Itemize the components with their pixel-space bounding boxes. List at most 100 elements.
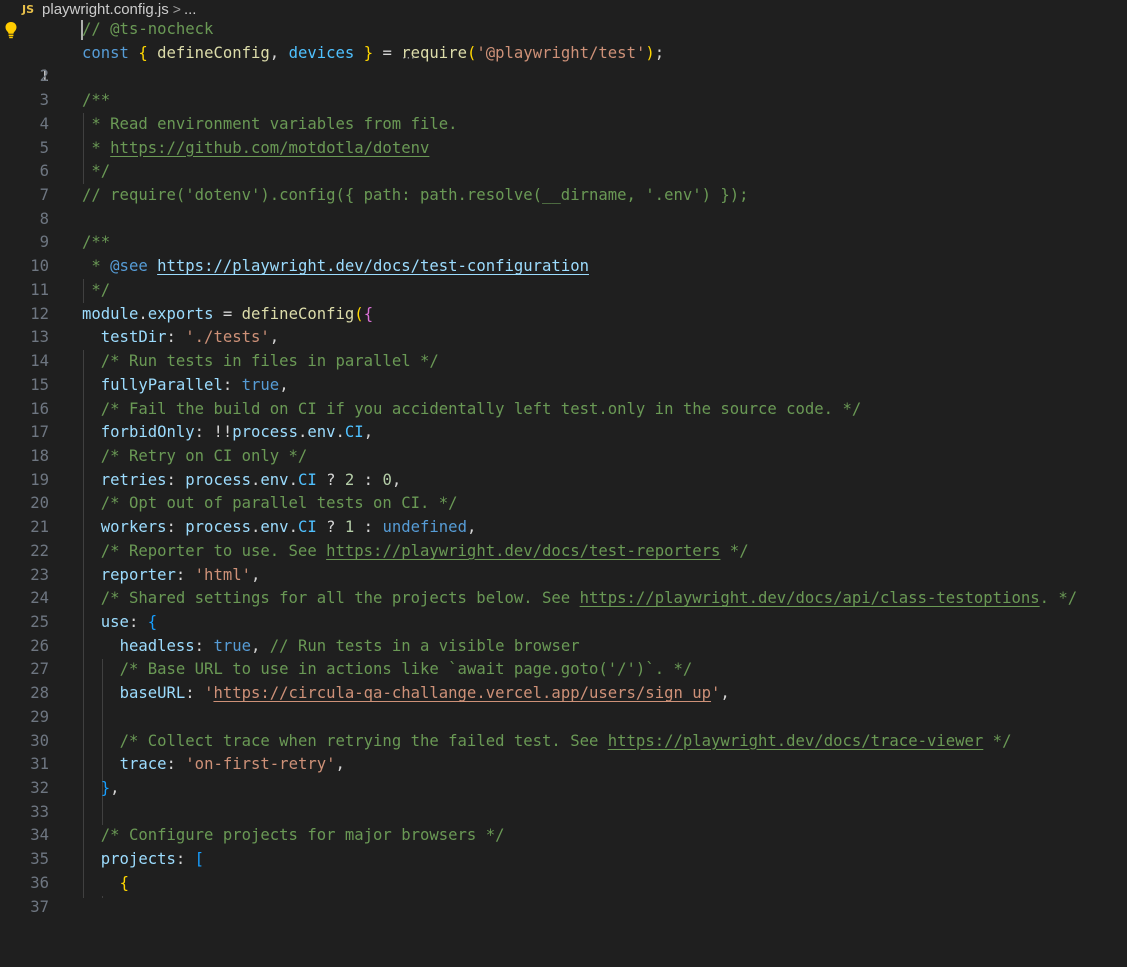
code-line[interactable]: 11 * @see https://playwright.dev/docs/te… (0, 255, 1127, 299)
code-line[interactable]: 7 */ (0, 160, 1127, 204)
code-line[interactable]: 24 reporter: 'html', (0, 564, 1127, 608)
comment: // require('dotenv').config({ path: path… (82, 186, 749, 205)
breadcrumb: JS playwright.config.js > ... (0, 0, 1127, 18)
identifier: module (82, 304, 139, 323)
code-line[interactable]: 27 headless: true, // Run tests in a vis… (0, 635, 1127, 679)
identifier: env (307, 423, 336, 442)
comment: /** (82, 91, 111, 110)
code-line[interactable]: 12 */ (0, 279, 1127, 323)
identifier: devices (288, 43, 355, 62)
code-line[interactable]: 19 /* Retry on CI only */ (0, 445, 1127, 489)
comment-link[interactable]: https://playwright.dev/docs/test-configu… (157, 257, 589, 275)
code-line[interactable]: 8 // require('dotenv').config({ path: pa… (0, 184, 1127, 228)
code-line[interactable]: 31 /* Collect trace when retrying the fa… (0, 730, 1127, 774)
code-line[interactable]: 18 forbidOnly: !!process.env.CI, (0, 421, 1127, 465)
comment: /* Run tests in files in parallel */ (100, 352, 439, 371)
breadcrumb-file-name[interactable]: playwright.config.js (42, 1, 169, 18)
comment-link[interactable]: https://playwright.dev/docs/test-reporte… (326, 542, 720, 560)
code-line[interactable]: 30 (0, 706, 1127, 750)
string: '@playwright/test' (476, 43, 646, 62)
punctuation: , (269, 328, 280, 347)
bracket: { (138, 43, 148, 62)
property-key: retries (100, 470, 167, 489)
punctuation: : (185, 684, 205, 703)
code-line[interactable]: 25 /* Shared settings for all the projec… (0, 587, 1127, 631)
operator: ? (316, 518, 345, 537)
code-line[interactable]: 37 { (0, 872, 1127, 916)
breadcrumb-more[interactable]: ... (184, 1, 197, 18)
string-link[interactable]: https://circula-qa-challange.vercel.app/… (213, 684, 711, 702)
code-line[interactable]: 2 const { defineConfig, devices } = requ… (0, 42, 1127, 86)
punctuation: , (363, 423, 374, 442)
code-line[interactable]: 29 baseURL: 'https://circula-qa-challang… (0, 682, 1127, 726)
property-key: projects (100, 850, 176, 869)
code-line[interactable]: 3 (0, 65, 1127, 109)
code-line[interactable]: 17 /* Fail the build on CI if you accide… (0, 398, 1127, 442)
code-line[interactable]: 5 * Read environment variables from file… (0, 113, 1127, 157)
comment: /* Collect trace when retrying the faile… (119, 731, 608, 750)
property-key: use (100, 612, 129, 631)
punctuation: . (288, 518, 298, 537)
code-line[interactable]: 26 use: { (0, 611, 1127, 655)
code-line[interactable]: 6 * https://github.com/motdotla/dotenv (0, 137, 1127, 181)
code-line[interactable]: 36 projects: [ (0, 848, 1127, 892)
code-editor[interactable]: 1 // @ts-nocheck 2 const { defineConfig,… (0, 18, 1127, 916)
code-line[interactable]: 1 // @ts-nocheck (0, 18, 1127, 85)
js-file-icon: JS (22, 2, 35, 16)
operator: ? (316, 470, 345, 489)
code-line[interactable]: 28 /* Base URL to use in actions like `a… (0, 658, 1127, 702)
punctuation: . (138, 304, 148, 323)
punctuation: : (175, 565, 195, 584)
comment (148, 257, 157, 275)
code-line[interactable]: 15 /* Run tests in files in parallel */ (0, 350, 1127, 394)
code-line[interactable]: 32 trace: 'on-first-retry', (0, 753, 1127, 797)
comment: /* Reporter to use. See (100, 541, 327, 560)
number: 1 (344, 518, 355, 537)
operator: = (213, 304, 242, 323)
code-line[interactable]: 10 /** (0, 231, 1127, 275)
identifier: exports (147, 304, 214, 323)
bracket: ( (466, 43, 477, 62)
identifier: env (260, 518, 289, 537)
identifier: CI (344, 423, 364, 442)
punctuation: : (175, 850, 195, 869)
punctuation: : (128, 612, 148, 631)
punctuation: , (335, 755, 345, 774)
operator: : (354, 518, 383, 537)
code-line[interactable]: 34 (0, 801, 1127, 844)
comment: */ (983, 731, 1012, 750)
code-line[interactable]: 20 retries: process.env.CI ? 2 : 0, (0, 469, 1127, 513)
property-key: testDir (100, 328, 167, 347)
comment-link[interactable]: https://playwright.dev/docs/api/class-te… (580, 589, 1040, 607)
comment: * (82, 138, 111, 157)
punctuation: . (335, 423, 345, 442)
code-line[interactable]: 9 (0, 208, 1127, 251)
bracket: ) (645, 43, 655, 62)
punctuation: : (166, 328, 186, 347)
comment: /* Fail the build on CI if you accidenta… (100, 399, 862, 418)
code-line[interactable]: 4 /** (0, 89, 1127, 133)
property-key: reporter (100, 565, 176, 584)
identifier: process (185, 518, 251, 537)
code-line[interactable]: 23 /* Reporter to use. See https://playw… (0, 540, 1127, 584)
line-number: 37 (30, 897, 49, 916)
code-line[interactable]: 16 fullyParallel: true, (0, 374, 1127, 418)
comment: /* Configure projects for major browsers… (100, 826, 505, 845)
jsdoc-tag: @see (110, 257, 148, 276)
comment: // @ts-nocheck (82, 20, 214, 38)
comment-link[interactable]: https://playwright.dev/docs/trace-viewer (608, 732, 984, 750)
punctuation: : (166, 755, 186, 774)
code-line[interactable]: 33 }, (0, 777, 1127, 821)
comment: // Run tests in a visible browser (269, 636, 580, 655)
punctuation: . (251, 518, 261, 537)
code-line[interactable]: 21 /* Opt out of parallel tests on CI. *… (0, 492, 1127, 536)
code-line[interactable]: 13 module.exports = defineConfig({ (0, 303, 1127, 347)
code-line[interactable]: 14 testDir: './tests', (0, 326, 1127, 370)
lightbulb-icon[interactable] (4, 21, 18, 39)
identifier: process (185, 470, 251, 489)
code-line[interactable]: 22 workers: process.env.CI ? 1 : undefin… (0, 516, 1127, 560)
function-call: defineConfig (241, 304, 355, 323)
comment-link[interactable]: https://github.com/motdotla/dotenv (110, 139, 429, 157)
punctuation: . (288, 470, 298, 489)
code-line[interactable]: 35 /* Configure projects for major brows… (0, 824, 1127, 868)
